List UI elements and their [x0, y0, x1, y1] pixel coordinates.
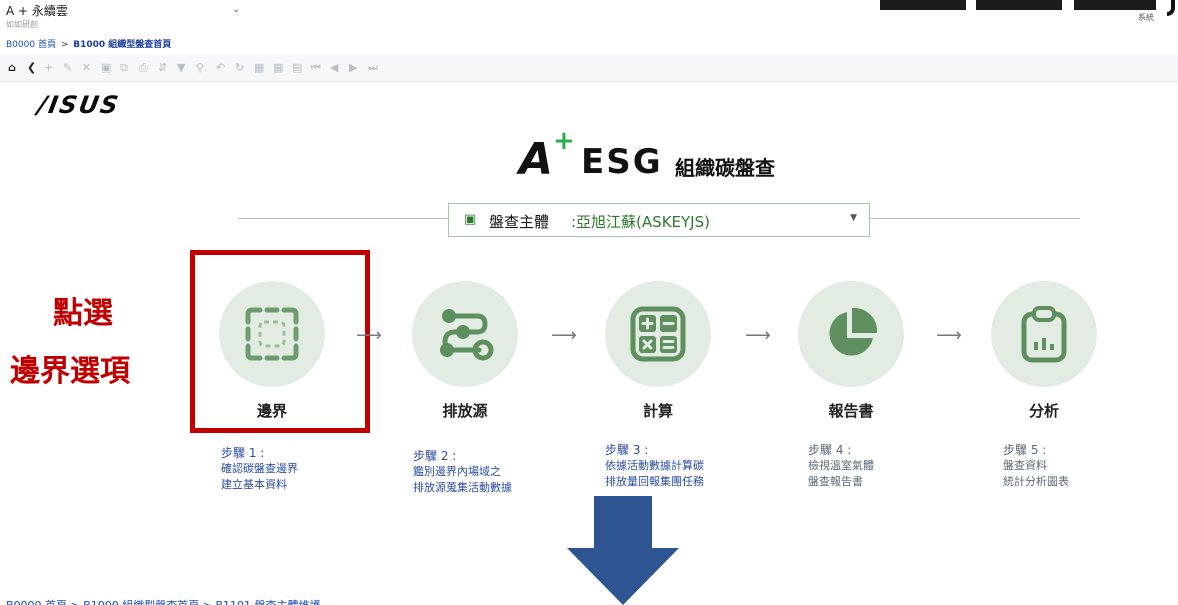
import-icon[interactable]: ▦ [273, 62, 283, 74]
export-icon[interactable]: ▦ [254, 62, 264, 74]
step-label: 步驟 4 : [808, 443, 852, 457]
step-desc-line2: 排放源蒐集活動數據 [413, 481, 512, 494]
subject-label: 盤查主體 [489, 213, 550, 231]
asus-logo: /ISUS [35, 91, 123, 119]
step-desc-line2: 建立基本資料 [221, 478, 287, 491]
step-desc-line2: 盤查報告書 [808, 475, 863, 488]
step-name[interactable]: 分析 [984, 400, 1104, 421]
esg-logo-a: A [519, 134, 554, 185]
step-name[interactable]: 排放源 [405, 400, 525, 421]
pie-chart-icon [829, 307, 878, 356]
breadcrumb-current: B1000 組織型盤查首頁 [73, 40, 172, 50]
clipboard-chart-icon [1021, 306, 1067, 363]
esg-logo-esg: ESG [581, 142, 663, 182]
highlight-frame [190, 250, 370, 433]
filter-icon[interactable]: ▼ [177, 62, 185, 74]
sort-icon[interactable]: ⇵ [158, 62, 167, 74]
chevron-down-icon[interactable]: ⌄ [232, 4, 240, 15]
step-desc-line1: 鑑別邊界內場域之 [413, 465, 501, 478]
divider-left [238, 218, 448, 219]
esg-logo-plus: + [553, 126, 575, 156]
step-report-button[interactable] [798, 281, 904, 387]
divider-right [870, 218, 1080, 219]
step-analysis-button[interactable] [991, 281, 1097, 387]
breadcrumb-home[interactable]: B0000 首頁 [6, 40, 56, 50]
app-subtitle: 如如研創 [6, 20, 38, 29]
refresh-icon[interactable]: ↻ [235, 62, 244, 74]
step-desc-line1: 檢視溫室氣體 [808, 459, 874, 472]
step-desc-line1: 確認碳盤查邊界 [221, 462, 298, 475]
calculator-icon [630, 306, 686, 362]
arrow-right-icon: ⟶ [356, 325, 382, 346]
subject-select[interactable]: ▣ 盤查主體 :亞旭江蘇(ASKEYJS) ▼ [448, 203, 870, 237]
down-arrow-icon [567, 496, 679, 605]
step-name[interactable]: 計算 [598, 400, 718, 421]
bottom-breadcrumb: B0000 首頁 > B1000 組織型盤查首頁 > B1101 盤查主體維護 [6, 597, 321, 605]
step-desc-line2: 排放量回報集團任務 [605, 475, 704, 488]
document-icon[interactable]: ▤ [292, 62, 302, 74]
top-menu-block-1[interactable] [880, 0, 966, 10]
step-desc-line2: 統計分析圖表 [1003, 475, 1069, 488]
breadcrumb: B0000 首頁 > B1000 組織型盤查首頁 [6, 37, 171, 50]
step-desc-line1: 依據活動數據計算碳 [605, 459, 704, 472]
annotation-line-2: 邊界選項 [10, 354, 130, 389]
annotation-line-1: 點選 [53, 296, 113, 331]
home-icon[interactable]: ⌂ [8, 62, 16, 74]
edit-icon[interactable]: ✎ [63, 62, 72, 74]
top-menu-block-3[interactable] [1074, 0, 1156, 10]
app-title[interactable]: A + 永續雲 [6, 2, 68, 19]
emission-source-icon [440, 309, 494, 361]
search-icon[interactable]: ⚲ [196, 62, 204, 74]
top-menu-block-2[interactable] [976, 0, 1062, 10]
add-icon[interactable]: + [44, 62, 53, 74]
arrow-right-icon: ⟶ [936, 325, 962, 346]
breadcrumb-separator: > [60, 40, 69, 50]
copy-icon[interactable]: ⧉ [120, 62, 128, 74]
step-label: 步驟 3 : [605, 443, 649, 457]
back-icon[interactable]: ❮ [27, 62, 36, 74]
step-label: 步驟 2 : [413, 449, 457, 463]
undo-icon[interactable]: ↶ [216, 62, 225, 74]
step-desc-line1: 盤查資料 [1003, 459, 1047, 472]
toolbar: ⌂ ❮ + ✎ ✕ ▣ ⧉ ⎙ ⇵ ▼ ⚲ ↶ ↻ ▦ ▦ ▤ ⏮ ◀ ▶ ⏭ [0, 55, 1178, 82]
prev-page-icon[interactable]: ◀ [330, 62, 338, 74]
subject-value: :亞旭江蘇(ASKEYJS) [571, 213, 710, 231]
next-page-icon[interactable]: ▶ [349, 62, 357, 74]
step-calculate-button[interactable] [605, 281, 711, 387]
step-label: 步驟 1 : [221, 446, 265, 460]
corner-mark [1167, 0, 1175, 16]
arrow-right-icon: ⟶ [551, 325, 577, 346]
esg-title: 組織碳盤查 [675, 156, 775, 180]
system-label[interactable]: 系統 [1138, 12, 1154, 23]
step-emission-source-button[interactable] [412, 281, 518, 387]
step-name[interactable]: 報告書 [791, 400, 911, 421]
save-icon[interactable]: ▣ [101, 62, 111, 74]
building-icon: ▣ [464, 212, 477, 227]
delete-icon[interactable]: ✕ [82, 62, 91, 74]
page: A + 永續雲 ⌄ 如如研創 B0000 首頁 > B1000 組織型盤查首頁 … [0, 0, 1178, 605]
arrow-right-icon: ⟶ [745, 325, 771, 346]
chevron-down-icon[interactable]: ▼ [850, 213, 857, 223]
print-icon[interactable]: ⎙ [139, 62, 148, 74]
step-label: 步驟 5 : [1003, 443, 1047, 457]
first-page-icon[interactable]: ⏮ [311, 62, 321, 74]
last-page-icon[interactable]: ⏭ [368, 62, 378, 74]
